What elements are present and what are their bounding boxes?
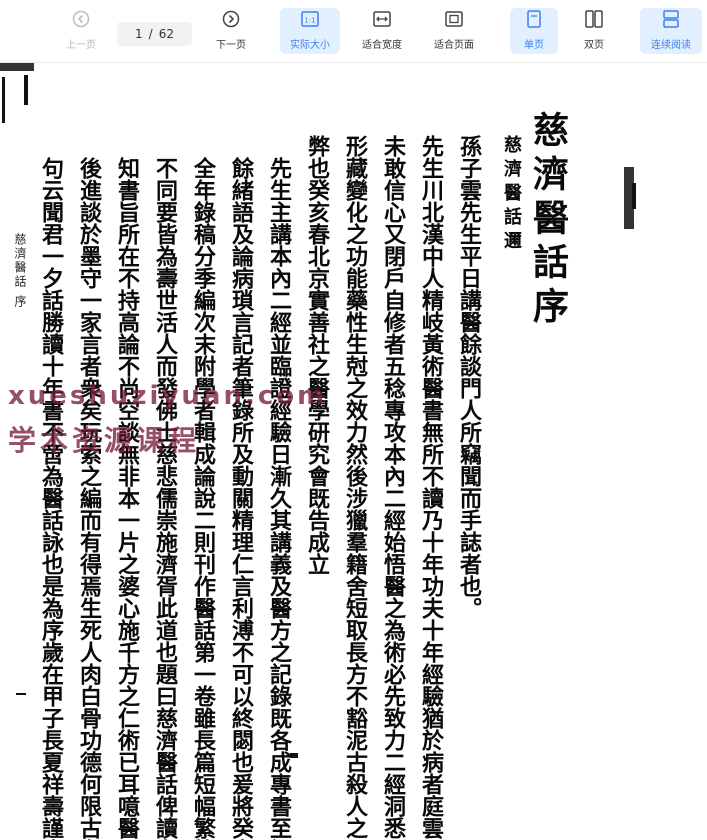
total-pages: 62 [158,27,174,41]
page-number-field[interactable]: 1 / 62 [117,22,192,46]
text-column: 餘緒語及論病瑣言記者筆錄所及動關精理仁言利溥不可以終閟也爰將癸亥 [228,157,254,840]
continuous-reading-label: 连续阅读 [651,40,691,51]
prev-page-button[interactable]: 上一页 [50,8,112,54]
next-page-button[interactable]: 下一页 [200,8,262,54]
document-subtitle: 慈濟醫話邇 [501,135,522,255]
text-column: 未敢信心又閉戶自修者五稔專攻本內二經始悟醫之為術必先致力二經洞悉。 [380,135,406,840]
single-page-button[interactable]: 单页 [510,8,558,54]
fit-page-icon [445,8,463,30]
document-page: 慈濟醫話序 慈濟醫話邇 孫子雲先生平日講醫餘談門人所竊聞而手誌者也。 先生川北漢… [0,63,707,840]
scan-artifact [632,183,636,209]
double-page-button[interactable]: 双页 [570,8,618,54]
actual-size-icon: 1:1 [301,8,319,30]
arrow-left-circle-icon [72,8,90,30]
text-column: 後進談於墨守一家言者衆矣玩索之編而有得焉生死人肉白骨功德何限古有 [76,157,102,840]
scan-artifact [0,63,34,71]
fit-width-button[interactable]: 适合宽度 [352,8,412,54]
page-separator: / [148,27,153,41]
continuous-reading-button[interactable]: 连续阅读 [640,8,702,54]
text-column: 先生主講本內二經並臨證經驗日漸久其講義及醫方之記錄既各成專書至課 [266,157,292,840]
text-column: 形藏變化之功能藥性生尅之效力然後涉獵羣籍舍短取長方不豁泥古殺人之。 [342,135,368,840]
text-column: 全年錄稿分季編次末附學者輯成論說二則刊作醫話第一卷雖長篇短幅繁簡 [190,157,216,840]
text-column: 先生川北漢中人精岐黃術醫書無所不讀乃十年功夫十年經驗猶於病者庭雲。 [418,135,444,840]
arrow-right-circle-icon [222,8,240,30]
double-page-label: 双页 [584,40,604,51]
single-page-label: 单页 [524,40,544,51]
text-column: 弊也癸亥春北京實善社之醫學研究會既告成立 [304,135,330,575]
fit-width-icon [373,8,391,30]
document-title: 慈濟醫話序 [527,111,569,331]
single-page-icon [527,8,541,30]
current-page-input[interactable]: 1 [135,27,143,41]
double-page-icon [585,8,603,30]
text-column: 不同要皆為壽世活人而發佛士慈悲儒崇施濟胥此道也題曰慈濟醫話俾讀者 [152,157,178,840]
margin-label: 慈濟醫話 序 [13,233,27,309]
scan-artifact [24,75,28,105]
fit-width-label: 适合宽度 [362,40,402,51]
svg-text:1:1: 1:1 [304,17,315,25]
next-page-label: 下一页 [216,40,246,51]
actual-size-button[interactable]: 1:1 实际大小 [280,8,340,54]
continuous-reading-icon [663,8,679,30]
scan-artifact [2,77,5,123]
viewer-toolbar: 上一页 1 / 62 下一页 1:1 实际大小 适合宽度 适合页面 单页 双页 … [0,0,707,63]
watermark-text: 学术资源课程 [8,424,201,457]
fit-page-label: 适合页面 [434,40,474,51]
text-column: 句云聞君一夕話勝讀十年書不啻為醫話詠也是為序歲在甲子長夏祥壽謹序 [38,157,64,840]
fit-page-button[interactable]: 适合页面 [424,8,484,54]
actual-size-label: 实际大小 [290,40,330,51]
margin-rule [16,693,26,695]
text-column: 知書旨所在不持高論不尚空談無非本一片之婆心施千方之仁術已耳噫醫界 [114,157,140,840]
prev-page-label: 上一页 [66,40,96,51]
text-column: 孫子雲先生平日講醫餘談門人所竊聞而手誌者也。 [456,135,482,619]
watermark-url: xueshuziyuan.com [8,381,328,411]
